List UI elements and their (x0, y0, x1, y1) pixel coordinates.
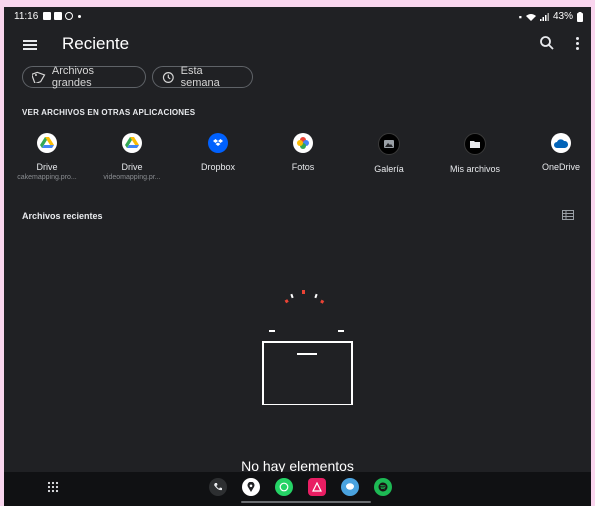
more-vert-icon[interactable] (576, 37, 580, 51)
notification-icon (65, 12, 73, 20)
tag-icon (32, 71, 46, 83)
spotify-icon[interactable] (374, 478, 392, 496)
filter-chip-label: Archivos grandes (51, 65, 95, 89)
wifi-icon (525, 13, 536, 21)
filter-chip-large-files[interactable]: Archivos grandes (22, 65, 146, 89)
app-shortcut-drive-1[interactable]: Drive cakemapping.pro... (7, 133, 87, 181)
app-screen: 11:16 ▪ 43% Reciente Archivos grandes Es… (4, 7, 591, 506)
status-time: 11:16 (14, 11, 39, 22)
list-view-icon[interactable] (562, 210, 574, 220)
app-shortcut-photos[interactable]: Fotos (263, 133, 343, 172)
other-apps-heading: VER ARCHIVOS EN OTRAS APLICACIONES (22, 108, 196, 117)
app-shortcut-name: Galería (374, 164, 404, 174)
google-drive-icon (122, 133, 142, 153)
recent-files-heading: Archivos recientes (22, 211, 103, 221)
app-shortcut-dropbox[interactable]: Dropbox (178, 133, 258, 172)
messages-icon[interactable] (341, 478, 359, 496)
dropbox-icon (208, 133, 228, 153)
filter-chip-this-week[interactable]: Esta semana (152, 65, 253, 89)
notification-icon (43, 12, 51, 20)
whatsapp-icon[interactable] (275, 478, 293, 496)
app-shortcut-onedrive[interactable]: OneDrive (521, 133, 591, 172)
filter-chip-label: Esta semana (180, 65, 220, 89)
app-shortcut-name: Mis archivos (449, 164, 500, 174)
alarm-icon: ▪ (518, 11, 522, 22)
app-bar: Reciente (4, 29, 591, 59)
notification-icons (43, 12, 81, 20)
gallery-icon (378, 133, 400, 155)
app-icon[interactable] (308, 478, 326, 496)
google-drive-icon (37, 133, 57, 153)
app-shortcut-drive-2[interactable]: Drive videomapping.pr... (92, 133, 172, 181)
phone-icon[interactable] (209, 478, 227, 496)
empty-box-illustration (262, 290, 353, 405)
google-photos-icon (293, 133, 313, 153)
battery-icon (577, 11, 583, 22)
notification-icon (54, 12, 62, 20)
battery-percent: 43% (552, 11, 573, 22)
taskbar (4, 472, 591, 506)
app-shortcut-gallery[interactable]: Galería (349, 133, 429, 174)
apps-grid-icon[interactable] (47, 481, 59, 493)
status-bar: 11:16 ▪ 43% (4, 7, 591, 27)
folder-icon (464, 133, 486, 155)
history-icon (162, 71, 174, 83)
signal-icon (539, 12, 549, 21)
more-notifications-icon (78, 14, 81, 18)
app-shortcut-account: cakemapping.pro... (17, 174, 77, 181)
app-shortcut-name: OneDrive (541, 162, 580, 172)
dock (209, 478, 392, 496)
app-shortcut-name: Fotos (291, 162, 315, 172)
search-icon[interactable] (539, 35, 555, 51)
page-title: Reciente (62, 34, 130, 53)
app-shortcut-name: Drive (36, 162, 58, 172)
menu-icon[interactable] (23, 40, 37, 50)
app-shortcut-my-files[interactable]: Mis archivos (435, 133, 515, 174)
onedrive-icon (551, 133, 571, 153)
home-indicator[interactable] (241, 501, 371, 503)
app-shortcut-name: Drive (121, 162, 143, 172)
app-shortcut-name: Dropbox (200, 162, 236, 172)
app-shortcut-account: videomapping.pr... (103, 174, 161, 181)
status-right: ▪ 43% (519, 11, 583, 22)
maps-icon[interactable] (242, 478, 260, 496)
